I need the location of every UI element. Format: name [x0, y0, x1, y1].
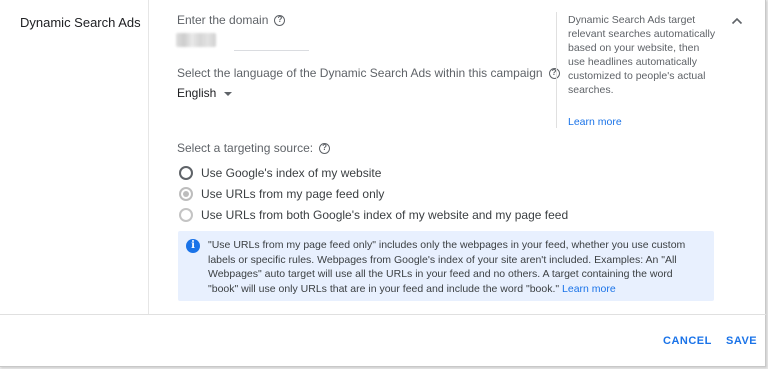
targeting-label-row: Select a targeting source: ?	[177, 141, 331, 155]
sidebar-divider	[556, 12, 557, 128]
radio-label: Use URLs from my page feed only	[201, 187, 385, 201]
domain-label-row: Enter the domain ?	[177, 13, 286, 27]
section-title: Dynamic Search Ads	[20, 15, 141, 30]
left-divider	[148, 0, 149, 314]
targeting-label: Select a targeting source:	[177, 141, 314, 155]
dsa-settings-card: Dynamic Search Ads Enter the domain ? Se…	[0, 0, 766, 367]
sidebar-help-text: Dynamic Search Ads target relevant searc…	[568, 14, 716, 96]
radio-option-google-index[interactable]: Use Google's index of my website	[179, 166, 381, 180]
radio-option-page-feed[interactable]: Use URLs from my page feed only	[179, 187, 384, 201]
language-label-row: Select the language of the Dynamic Searc…	[177, 66, 560, 80]
radio-label: Use Google's index of my website	[201, 166, 382, 180]
info-circle-icon: i	[186, 239, 200, 253]
question-circle-icon[interactable]: ?	[319, 142, 331, 154]
question-circle-icon[interactable]: ?	[274, 14, 286, 26]
info-learn-more-link[interactable]: Learn more	[562, 283, 616, 295]
radio-label: Use URLs from both Google's index of my …	[201, 208, 569, 222]
radio-button-unchecked[interactable]	[179, 208, 193, 222]
language-select[interactable]: English	[177, 86, 233, 100]
cancel-button[interactable]: CANCEL	[663, 335, 712, 347]
footer-divider	[0, 314, 766, 315]
info-box: i "Use URLs from my page feed only" incl…	[178, 231, 714, 301]
sidebar-learn-more-link[interactable]: Learn more	[568, 116, 622, 128]
language-label: Select the language of the Dynamic Searc…	[177, 66, 543, 80]
chevron-up-icon[interactable]	[731, 16, 743, 26]
question-circle-icon[interactable]: ?	[548, 67, 560, 79]
radio-button-unchecked[interactable]	[179, 166, 193, 180]
radio-button-checked[interactable]	[179, 187, 193, 201]
language-selected-value: English	[177, 86, 217, 100]
caret-down-icon	[224, 91, 233, 96]
domain-value-redacted	[176, 33, 216, 47]
domain-input[interactable]	[234, 50, 309, 51]
save-button[interactable]: SAVE	[726, 335, 757, 347]
radio-option-both[interactable]: Use URLs from both Google's index of my …	[179, 208, 568, 222]
domain-label: Enter the domain	[177, 13, 269, 27]
